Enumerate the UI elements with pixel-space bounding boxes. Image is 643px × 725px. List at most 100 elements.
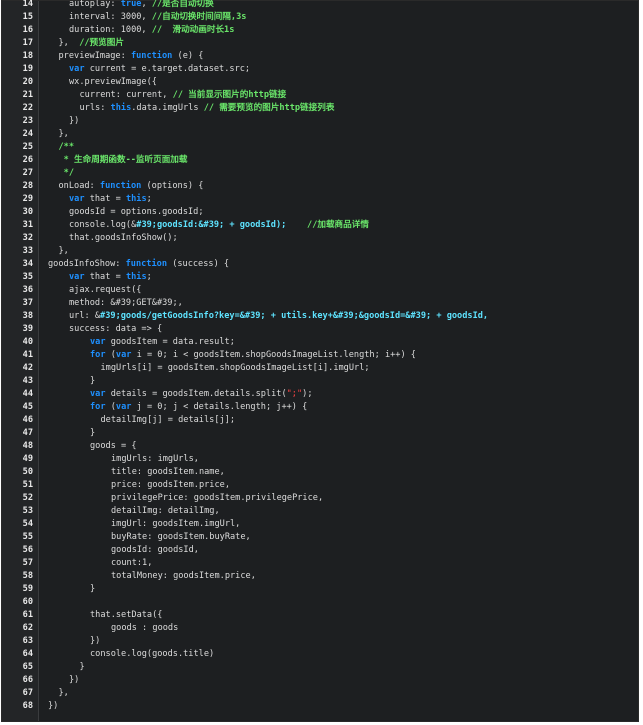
code-token: }, <box>58 129 69 139</box>
code-text: }) <box>48 700 58 713</box>
code-text: urls: this.data.imgUrls // 需要预览的图片http链接… <box>80 102 335 115</box>
code-token: ; <box>146 272 152 282</box>
code-text: title: goodsItem.name, <box>111 466 225 479</box>
line-number: 46 <box>22 415 33 425</box>
line-number: 51 <box>22 480 33 490</box>
code-token: var <box>69 64 85 74</box>
line-number: 25 <box>22 142 33 152</box>
code-token: */ <box>58 168 75 178</box>
line-number: 33 <box>22 246 33 256</box>
code-token: this <box>125 272 147 282</box>
code-token: (success) { <box>167 259 230 269</box>
code-token: var <box>115 350 132 360</box>
line-number: 68 <box>22 701 33 711</box>
code-line: 23}) <box>2 115 638 128</box>
code-text: } <box>80 661 85 674</box>
code-token: true <box>120 0 142 9</box>
code-token: autoplay: <box>69 0 121 9</box>
code-line: 64 console.log(goods.title) <box>2 648 638 661</box>
code-token: ajax.request({ <box>69 285 142 295</box>
code-token: url: & <box>69 311 101 321</box>
code-token: goods = { <box>90 441 137 451</box>
code-token: onLoad: <box>58 181 100 191</box>
code-text: } <box>90 583 95 596</box>
line-number: 40 <box>22 337 33 347</box>
code-text: current: current, // 当前显示图片的http链接 <box>80 89 287 102</box>
code-text: goods : goods <box>111 622 178 635</box>
line-number: 44 <box>22 389 33 399</box>
code-text: /** <box>59 141 75 154</box>
line-number: 41 <box>22 350 33 360</box>
code-line: 43} <box>2 375 638 388</box>
code-token: (e) { <box>172 51 204 61</box>
code-token: } <box>90 376 96 386</box>
code-text: success: data => { <box>69 323 162 336</box>
code-text: interval: 3000, //自动切换时间间隔,3s <box>69 11 246 24</box>
code-line: 62 goods : goods <box>2 622 638 635</box>
code-token: var <box>69 194 85 204</box>
code-line: 50 title: goodsItem.name, <box>2 466 638 479</box>
code-text: privilegePrice: goodsItem.privilegePrice… <box>111 492 323 505</box>
code-line: 22 urls: this.data.imgUrls // 需要预览的图片http… <box>2 102 638 115</box>
line-number: 36 <box>22 285 33 295</box>
line-number: 20 <box>22 77 33 87</box>
code-token: duration: 1000, <box>69 25 152 35</box>
code-text: imgUrls[i] = goodsItem.shopGoodsImageLis… <box>101 362 370 375</box>
code-text: goodsId: goodsId, <box>111 544 199 557</box>
code-line: 41 for (var i = 0; i < goodsItem.shopGood… <box>2 349 638 362</box>
code-token: details = goodsItem.details.split( <box>105 389 287 399</box>
code-text: ajax.request({ <box>69 284 141 297</box>
code-line: 47} <box>2 427 638 440</box>
code-text: duration: 1000, // 滑动动画时长1s <box>69 24 234 37</box>
code-text: autoplay: true, //是否自动切换 <box>69 0 214 11</box>
code-text: goodsInfoShow: function (success) { <box>48 258 229 271</box>
code-token: function <box>99 181 142 191</box>
code-token: /** <box>58 142 75 152</box>
code-token: imgUrl: goodsItem.imgUrl, <box>111 519 241 529</box>
line-number: 60 <box>22 597 33 607</box>
line-number: 16 <box>22 25 33 35</box>
code-token: price: goodsItem.price, <box>111 480 230 490</box>
code-line: 29 var that = this; <box>2 193 638 206</box>
code-text: detailImg: detailImg, <box>111 505 220 518</box>
code-token: console.log(& <box>69 220 137 230</box>
code-text: }, <box>59 687 69 700</box>
code-line: 14 autoplay: true, //是否自动切换 <box>2 0 638 11</box>
code-line: 20 wx.previewImage({ <box>2 76 638 89</box>
code-text: }, //预览图片 <box>59 37 124 50</box>
code-token: that = <box>84 194 126 204</box>
code-text: url: &#39;goods/getGoodsInfo?key=&#39; +… <box>69 310 488 323</box>
line-number: 65 <box>22 662 33 672</box>
code-text: for (var j = 0; j < details.length; j++)… <box>90 401 307 414</box>
line-number: 61 <box>22 610 33 620</box>
code-editor[interactable]: 14 autoplay: true, //是否自动切换 15 interval: 30… <box>1 0 639 722</box>
code-text: imgUrls: imgUrls, <box>111 453 199 466</box>
code-line: 59} <box>2 583 638 596</box>
line-number: 17 <box>22 38 33 48</box>
line-number: 56 <box>22 545 33 555</box>
code-token: current: current, <box>79 90 173 100</box>
code-area[interactable]: 14 autoplay: true, //是否自动切换 15 interval: 30… <box>2 0 638 713</box>
code-token: goodsId = options.goodsId; <box>69 207 204 217</box>
code-line: 35 var that = this; <box>2 271 638 284</box>
code-token: i = 0; i < goodsItem.shopGoodsImageList.… <box>131 350 416 360</box>
code-token: ); <box>302 389 313 399</box>
code-line: 24}, <box>2 128 638 141</box>
line-number: 19 <box>22 64 33 74</box>
code-token: goodsInfoShow: <box>48 259 126 269</box>
code-line: 56 goodsId: goodsId, <box>2 544 638 557</box>
code-token: goodsItem = data.result; <box>105 337 235 347</box>
code-line: 45 for (var j = 0; j < details.length; j+… <box>2 401 638 414</box>
line-number: 57 <box>22 558 33 568</box>
line-number: 21 <box>22 90 33 100</box>
code-token: var <box>69 272 85 282</box>
code-text: that.setData({ <box>90 609 162 622</box>
code-line: 18 previewImage: function (e) { <box>2 50 638 63</box>
code-token: function <box>130 51 173 61</box>
code-token: var <box>90 337 106 347</box>
code-line: 53 detailImg: detailImg, <box>2 505 638 518</box>
line-number: 30 <box>22 207 33 217</box>
code-line: 34 goodsInfoShow: function (success) { <box>2 258 638 271</box>
code-text: totalMoney: goodsItem.price, <box>111 570 256 583</box>
